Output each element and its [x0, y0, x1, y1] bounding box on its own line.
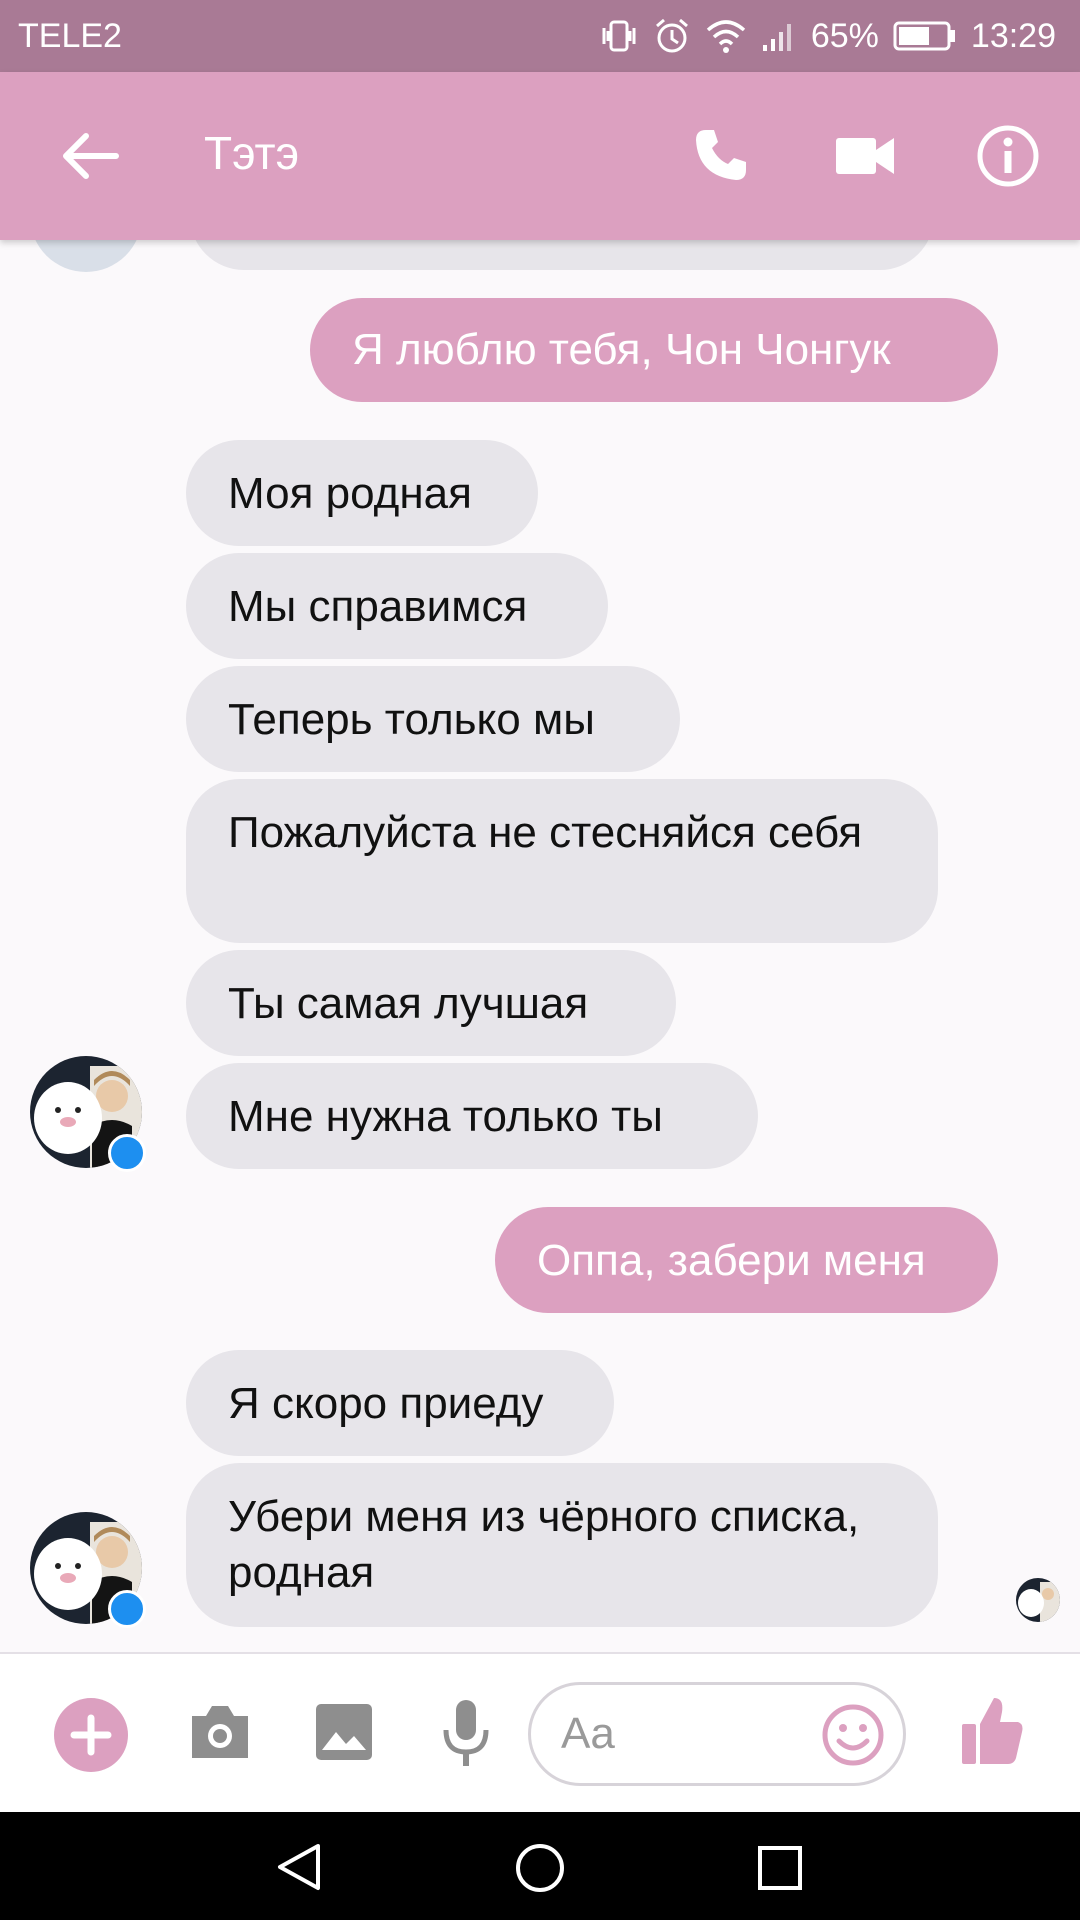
battery-percent: 65% [810, 16, 879, 55]
signal-icon [762, 24, 791, 51]
message-bubble-incoming[interactable]: Пожалуйста не стесняйся себя [186, 779, 938, 943]
contact-name[interactable]: Тэтэ [204, 126, 299, 180]
message-bubble-incoming[interactable]: Мы справимся [186, 553, 608, 659]
back-arrow-icon[interactable] [54, 120, 126, 192]
message-input-placeholder: Aa [561, 1709, 615, 1758]
seen-receipt-avatar [1016, 1578, 1060, 1622]
conversation-header: Тэтэ [0, 72, 1080, 240]
messenger-badge-icon [108, 1590, 146, 1628]
gallery-icon[interactable] [314, 1702, 374, 1762]
message-bubble-incoming[interactable]: Моя родная [186, 440, 538, 546]
nav-back-icon[interactable] [274, 1842, 324, 1892]
thumbs-up-icon[interactable] [960, 1694, 1026, 1766]
avatar-partial[interactable] [30, 240, 142, 272]
video-camera-icon[interactable] [834, 124, 898, 188]
seen-avatar-image [1016, 1578, 1060, 1622]
message-bubble-incoming[interactable]: Ты самая лучшая [186, 950, 676, 1056]
wifi-icon [706, 20, 746, 53]
nav-home-icon[interactable] [514, 1842, 566, 1894]
vibrate-icon [602, 20, 636, 52]
info-icon[interactable] [974, 122, 1042, 190]
status-bar: TELE2 65% 13:29 [0, 0, 1080, 72]
clock: 13:29 [970, 16, 1056, 55]
message-bubble-incoming[interactable]: Я скоро приеду [186, 1350, 614, 1456]
message-input[interactable]: Aa [528, 1682, 906, 1786]
message-bubble-outgoing[interactable]: Я люблю тебя, Чон Чонгук [310, 298, 998, 402]
status-icons: 65% 13:29 [599, 16, 1056, 56]
message-bubble-outgoing[interactable]: Оппа, забери меня [495, 1207, 998, 1313]
message-bubble-incoming[interactable]: Убери меня из чёрного списка, родная [186, 1463, 938, 1627]
emoji-icon[interactable] [821, 1703, 885, 1767]
camera-icon[interactable] [188, 1702, 252, 1762]
phone-icon[interactable] [688, 124, 752, 188]
messenger-badge-icon [108, 1134, 146, 1172]
plus-icon[interactable] [54, 1698, 128, 1772]
messenger-screen: TELE2 65% 13:29 Тэтэ Я люблю тебя, Чон Ч… [0, 0, 1080, 1920]
message-bubble-incoming[interactable]: Мне нужна только ты [186, 1063, 758, 1169]
alarm-icon [655, 18, 688, 53]
system-nav-bar [0, 1812, 1080, 1920]
message-composer: Aa [0, 1652, 1080, 1814]
message-list[interactable]: Я люблю тебя, Чон Чонгук Моя родная Мы с… [0, 240, 1080, 1652]
microphone-icon[interactable] [440, 1698, 492, 1768]
message-bubble-partial[interactable] [190, 240, 934, 270]
battery-icon [893, 21, 955, 51]
nav-recents-icon[interactable] [756, 1844, 804, 1892]
carrier-label: TELE2 [18, 16, 122, 55]
message-bubble-incoming[interactable]: Теперь только мы [186, 666, 680, 772]
